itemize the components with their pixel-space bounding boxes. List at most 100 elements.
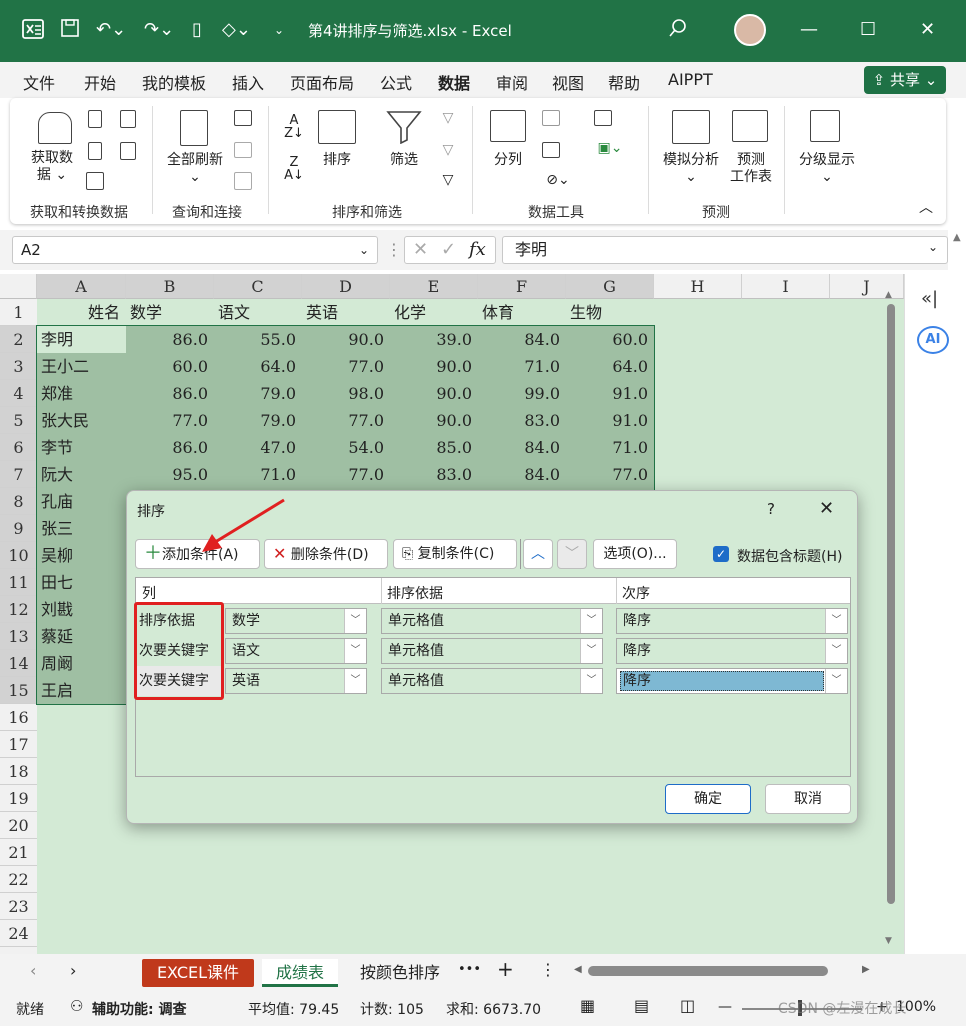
formula-input[interactable]: 李明	[502, 236, 948, 264]
header-cell-biology[interactable]: 生物	[570, 299, 602, 326]
normal-view-icon[interactable]: ▦	[580, 996, 595, 1015]
forecast-sheet-button[interactable]: 预测 工作表	[724, 152, 778, 186]
confirm-formula-icon[interactable]: ✓	[441, 239, 456, 260]
cell-name[interactable]: 孔庙	[41, 488, 73, 515]
what-if-analysis-button[interactable]: 模拟分析 ⌄	[654, 152, 728, 186]
header-cell-chinese[interactable]: 语文	[218, 299, 250, 326]
collapse-ribbon-icon[interactable]: ︿	[916, 200, 936, 217]
tab-page-layout[interactable]: 页面布局	[290, 70, 354, 94]
cell-score[interactable]: 77.0	[566, 461, 654, 488]
tab-my-templates[interactable]: 我的模板	[142, 70, 206, 94]
avatar[interactable]	[734, 14, 766, 46]
cell-score[interactable]: 79.0	[214, 407, 302, 434]
hscroll-right-icon[interactable]: ▶	[862, 964, 870, 975]
tab-data[interactable]: 数据	[438, 70, 471, 102]
text-to-columns-button[interactable]: 分列	[484, 152, 532, 169]
tab-home[interactable]: 开始	[84, 70, 116, 94]
tab-help[interactable]: 帮助	[608, 70, 640, 94]
row-header[interactable]: 12	[0, 596, 37, 623]
move-down-icon[interactable]: ﹀	[557, 539, 587, 569]
cell-name[interactable]: 张大民	[41, 407, 89, 434]
dialog-close-icon[interactable]: ✕	[819, 498, 834, 519]
cell-score[interactable]: 77.0	[302, 461, 390, 488]
name-box[interactable]: A2 ⌄	[12, 236, 378, 264]
order-select-2[interactable]: 降序 ﹀	[616, 638, 848, 664]
sheet-tab-excel-course[interactable]: EXCEL课件	[142, 959, 254, 987]
tab-view[interactable]: 视图	[552, 70, 584, 94]
row-header[interactable]: 21	[0, 839, 37, 866]
order-select-3[interactable]: 降序 ﹀	[616, 668, 848, 694]
zoom-out-icon[interactable]: —	[718, 999, 732, 1015]
row-header[interactable]: 19	[0, 785, 37, 812]
header-cell-name[interactable]: 姓名	[37, 299, 126, 326]
cell-score[interactable]: 60.0	[566, 326, 654, 353]
row-header[interactable]: 15	[0, 677, 37, 704]
cell-score[interactable]: 71.0	[566, 434, 654, 461]
minimize-icon[interactable]: —	[800, 18, 818, 42]
column-select-1[interactable]: 数学 ﹀	[225, 608, 367, 634]
cell-score[interactable]: 86.0	[126, 380, 214, 407]
sheet-tab-grades[interactable]: 成绩表	[262, 959, 338, 987]
refresh-all-button[interactable]: 全部刷新 ⌄	[160, 152, 230, 186]
header-checkbox[interactable]: ✓	[713, 546, 729, 562]
search-icon[interactable]	[668, 18, 688, 45]
data-validation-icon[interactable]: ⊘⌄	[538, 172, 578, 189]
edit-links-icon[interactable]	[234, 172, 252, 190]
clear-filter-icon[interactable]: ▽	[436, 110, 460, 127]
cell-name[interactable]: 刘戡	[41, 596, 73, 623]
column-select-2[interactable]: 语文 ﹀	[225, 638, 367, 664]
sheet-tab-color-sort[interactable]: 按颜色排序	[350, 959, 450, 987]
properties-icon[interactable]	[234, 142, 252, 158]
cell-score[interactable]: 90.0	[390, 380, 478, 407]
outline-button[interactable]: 分级显示 ⌄	[792, 152, 862, 186]
column-header-d[interactable]: D	[302, 274, 390, 299]
options-button[interactable]: 选项(O)...	[593, 539, 677, 569]
cell-score[interactable]: 54.0	[302, 434, 390, 461]
header-cell-math[interactable]: 数学	[130, 299, 162, 326]
cell-name[interactable]: 吴柳	[41, 542, 73, 569]
hscroll-left-icon[interactable]: ◀	[574, 964, 582, 975]
move-up-icon[interactable]: ︿	[523, 539, 553, 569]
row-header[interactable]: 11	[0, 569, 37, 596]
column-header-f[interactable]: F	[478, 274, 566, 299]
expand-formula-bar-icon[interactable]: ⌄	[928, 240, 938, 254]
row-header[interactable]: 13	[0, 623, 37, 650]
share-button[interactable]: ⇪ 共享 ⌄	[864, 66, 946, 94]
cell-score[interactable]: 71.0	[214, 461, 302, 488]
remove-duplicates-icon[interactable]	[542, 142, 560, 158]
column-header-h[interactable]: H	[654, 274, 742, 299]
cell-name[interactable]: 王小二	[41, 353, 89, 380]
cell-score[interactable]: 79.0	[214, 380, 302, 407]
queries-icon[interactable]	[234, 110, 252, 126]
row-header[interactable]: 9	[0, 515, 37, 542]
cell-score[interactable]: 77.0	[302, 407, 390, 434]
tab-aippt[interactable]: AIPPT	[668, 70, 713, 89]
cell-score[interactable]: 83.0	[478, 407, 566, 434]
status-accessibility[interactable]: 辅助功能: 调查	[92, 999, 186, 1019]
cell-score[interactable]: 90.0	[390, 353, 478, 380]
cell-name[interactable]: 王启	[41, 677, 73, 704]
cell-score[interactable]: 86.0	[126, 434, 214, 461]
column-header-e[interactable]: E	[390, 274, 478, 299]
cell-name[interactable]: 李明	[41, 326, 73, 353]
recent-sources-icon[interactable]	[120, 110, 136, 128]
add-sheet-icon[interactable]: +	[497, 957, 514, 981]
page-break-view-icon[interactable]: ◫	[680, 996, 695, 1015]
cell-score[interactable]: 91.0	[566, 407, 654, 434]
sort-ascending-icon[interactable]: A Z↓	[282, 114, 306, 140]
row-header[interactable]: 10	[0, 542, 37, 569]
flash-fill-icon[interactable]	[542, 110, 560, 126]
cell-score[interactable]: 83.0	[390, 461, 478, 488]
column-header-g[interactable]: G	[566, 274, 654, 299]
row-header[interactable]: 3	[0, 353, 37, 380]
save-icon[interactable]	[60, 18, 80, 45]
cell-score[interactable]: 77.0	[126, 407, 214, 434]
cell-score[interactable]: 39.0	[390, 326, 478, 353]
row-header[interactable]: 4	[0, 380, 37, 407]
print-preview-icon[interactable]: ▯	[192, 18, 202, 42]
tab-insert[interactable]: 插入	[232, 70, 264, 94]
cell-score[interactable]: 90.0	[390, 407, 478, 434]
scroll-down-icon[interactable]: ▼	[885, 936, 892, 946]
get-data-button[interactable]: 获取数据 ⌄	[22, 150, 82, 184]
row-header[interactable]: 7	[0, 461, 37, 488]
